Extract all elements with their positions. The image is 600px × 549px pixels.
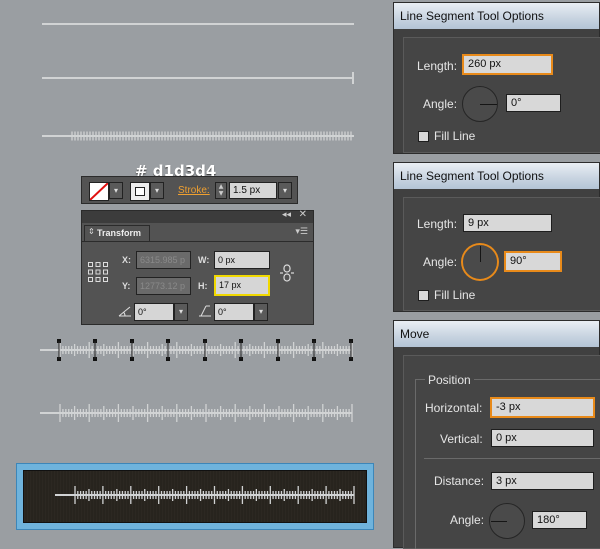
- tab-arrows-icon: ⇕: [88, 227, 95, 236]
- stroke-weight-field[interactable]: 1.5 px: [229, 182, 277, 199]
- collapse-icon[interactable]: ◂◂: [282, 210, 291, 220]
- step6-ruler: [40, 404, 353, 422]
- rotate-icon: [118, 306, 131, 317]
- horizontal-label: Horizontal:: [425, 401, 483, 415]
- distance-label: Distance:: [434, 474, 485, 488]
- vertical-field[interactable]: 0 px: [491, 429, 594, 447]
- x-field[interactable]: 6315.985 p: [136, 251, 191, 269]
- fill-line-checkbox[interactable]: [418, 290, 429, 301]
- fill-swatch[interactable]: [89, 182, 109, 201]
- angle-dial[interactable]: [462, 244, 498, 280]
- transform-panel: ◂◂ ✕ ⇕ Transform ▾☰ X: 6315.985 p W: 0 p…: [81, 209, 314, 325]
- y-field[interactable]: 12773.12 p: [136, 277, 191, 295]
- shear-dropdown[interactable]: ▾: [254, 303, 268, 321]
- stroke-swatch-icon: [135, 187, 145, 196]
- step5-selected-ruler: [40, 339, 353, 361]
- angle-needle: [480, 104, 497, 105]
- step2-line: [42, 72, 354, 84]
- stroke-weight-dropdown[interactable]: ▾: [278, 182, 292, 199]
- x-label: X:: [122, 255, 131, 265]
- close-icon[interactable]: ✕: [299, 209, 307, 220]
- stroke-stepper[interactable]: ▲ ▼: [215, 182, 227, 199]
- shear-icon: [199, 305, 211, 317]
- angle-field[interactable]: 180°: [532, 511, 587, 529]
- tabbar-divider: [82, 241, 313, 242]
- angle-label: Angle:: [423, 255, 458, 269]
- w-label: W:: [198, 255, 210, 265]
- rotate-dropdown[interactable]: ▾: [174, 303, 188, 321]
- control-bar: ▾ ▾ Stroke: ▲ ▼ 1.5 px ▾: [81, 176, 298, 204]
- panel-menu-icon[interactable]: ▾☰: [295, 227, 308, 237]
- no-fill-icon: [90, 183, 108, 200]
- fill-line-label: Fill Line: [434, 129, 476, 143]
- angle-dial[interactable]: [489, 503, 525, 539]
- fill-line-checkbox[interactable]: [418, 131, 429, 142]
- y-label: Y:: [122, 281, 131, 291]
- rotate-field[interactable]: 0°: [134, 303, 174, 321]
- dialog-title: Line Segment Tool Options: [394, 3, 599, 29]
- h-label: H:: [198, 281, 208, 291]
- angle-dial[interactable]: [462, 86, 498, 122]
- dialog-title: Move: [394, 321, 599, 347]
- constrain-proportions-icon[interactable]: [280, 263, 294, 283]
- panel-topbar: ◂◂ ✕: [82, 209, 313, 223]
- length-field[interactable]: 9 px: [463, 214, 552, 232]
- tab-transform[interactable]: ⇕ Transform: [84, 225, 150, 241]
- stroke-label[interactable]: Stroke:: [178, 185, 210, 196]
- fill-dropdown[interactable]: ▾: [109, 182, 123, 199]
- line-segment-dialog-1: Line Segment Tool Options Length: 260 px…: [393, 2, 600, 154]
- shear-field[interactable]: 0°: [214, 303, 254, 321]
- angle-field[interactable]: 90°: [505, 252, 561, 271]
- move-dialog: Move Position Horizontal: -3 px Vertical…: [393, 320, 600, 549]
- length-field[interactable]: 260 px: [463, 55, 552, 74]
- position-section-label: Position: [425, 373, 474, 387]
- final-ruler: [55, 486, 355, 504]
- length-label: Length:: [417, 59, 458, 73]
- stroke-swatch[interactable]: [130, 182, 150, 201]
- step3-ruler: [42, 131, 354, 141]
- angle-label: Angle:: [423, 97, 458, 111]
- reference-point-icon[interactable]: [88, 262, 108, 282]
- angle-needle: [480, 246, 481, 262]
- angle-label: Angle:: [450, 513, 485, 527]
- distance-field[interactable]: 3 px: [491, 472, 594, 490]
- tab-transform-label: Transform: [97, 228, 142, 238]
- fill-line-label: Fill Line: [434, 288, 476, 302]
- line-segment-dialog-2: Line Segment Tool Options Length: 9 px A…: [393, 162, 600, 312]
- w-field[interactable]: 0 px: [214, 251, 270, 269]
- dialog-title: Line Segment Tool Options: [394, 163, 599, 189]
- vertical-label: Vertical:: [440, 432, 483, 446]
- group-divider: [424, 458, 600, 459]
- final-ruler-preview: [16, 463, 374, 530]
- stroke-dropdown[interactable]: ▾: [150, 182, 164, 199]
- angle-needle: [491, 521, 507, 522]
- horizontal-field[interactable]: -3 px: [491, 398, 594, 417]
- h-field[interactable]: 17 px: [214, 275, 270, 296]
- angle-field[interactable]: 0°: [506, 94, 561, 112]
- length-label: Length:: [417, 217, 458, 231]
